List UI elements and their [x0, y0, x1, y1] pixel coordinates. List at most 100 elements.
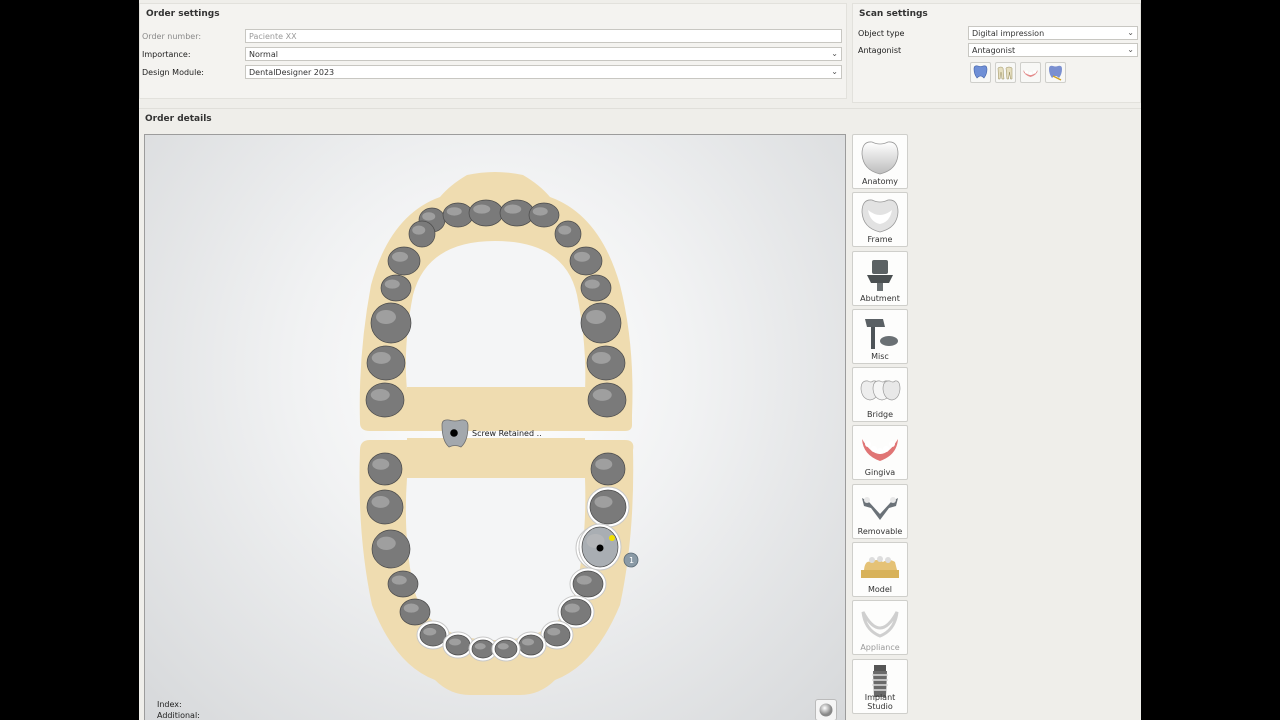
tool-label: Anatomy — [861, 177, 898, 186]
tooth[interactable] — [569, 567, 607, 601]
design-module-value: DentalDesigner 2023 — [249, 67, 335, 77]
tooth[interactable] — [387, 246, 421, 276]
tooth[interactable] — [387, 570, 419, 598]
tool-bridge-button[interactable]: Bridge — [852, 367, 908, 423]
tooth[interactable] — [380, 274, 412, 302]
antagonist-value: Antagonist — [972, 45, 1016, 55]
tooth[interactable] — [580, 302, 622, 344]
antagonist-select[interactable]: Antagonist ⌄ — [968, 43, 1138, 57]
implant-tooth-marker[interactable] — [441, 419, 469, 448]
upper-arch-palate — [405, 241, 586, 390]
tooth[interactable] — [515, 631, 547, 659]
model-icon — [861, 556, 899, 579]
tooth-number-label: 1 — [629, 556, 634, 565]
tool-model-button[interactable]: Model — [852, 542, 908, 598]
tooth[interactable] — [580, 274, 612, 302]
tool-appliance-button[interactable]: Appliance — [852, 600, 908, 656]
chevron-down-icon: ⌄ — [831, 49, 838, 58]
scan-settings-panel: Scan settings Object type Digital impres… — [852, 3, 1141, 103]
gingiva-icon — [862, 439, 898, 462]
tool-removable-button[interactable]: Removable — [852, 483, 908, 539]
tooth[interactable] — [370, 302, 412, 344]
tool-label: Model — [867, 585, 893, 595]
tooth-blue-icon[interactable] — [970, 62, 991, 83]
additional-label: Additional: — [157, 711, 200, 720]
order-number-row: Order number: Paciente XX — [142, 29, 842, 43]
tooth-pair-icon[interactable] — [995, 62, 1016, 83]
tooth[interactable] — [587, 382, 627, 418]
tool-label: Frame — [867, 235, 893, 245]
tool-anatomy-button[interactable]: Anatomy — [852, 134, 908, 189]
tool-label: Misc — [871, 351, 889, 361]
tooth[interactable] — [366, 345, 406, 381]
antagonist-options — [970, 62, 1066, 83]
tooth[interactable] — [554, 220, 582, 248]
app-window: Order settings Order number: Paciente XX… — [139, 0, 1141, 720]
tool-misc-button[interactable]: Misc — [852, 308, 908, 364]
appliance-icon — [861, 611, 899, 638]
antagonist-row: Antagonist Antagonist ⌄ — [858, 43, 1138, 57]
chevron-down-icon: ⌄ — [831, 67, 838, 76]
tool-frame-button[interactable]: Frame — [852, 192, 908, 248]
tooth[interactable] — [365, 382, 405, 418]
tooth[interactable] — [586, 345, 626, 381]
tooth[interactable] — [399, 598, 431, 626]
scan-settings-title: Scan settings — [859, 9, 928, 19]
dental-arch-chart[interactable]: Screw Retained .. 1 — [145, 135, 845, 720]
design-module-row: Design Module: DentalDesigner 2023 ⌄ — [142, 65, 842, 79]
object-type-value: Digital impression — [972, 28, 1045, 38]
order-details-title: Order details — [145, 114, 212, 124]
tooth[interactable] — [590, 452, 626, 486]
view-toggle-button[interactable] — [815, 699, 837, 720]
tool-label: Abutment — [860, 293, 900, 303]
chevron-down-icon: ⌄ — [1127, 28, 1134, 37]
antagonist-label: Antagonist — [858, 45, 902, 55]
tool-abutment-button[interactable]: Abutment — [852, 250, 908, 306]
tool-palette: Anatomy Frame Abutment Misc Bridge Gingiva Rem… — [852, 134, 908, 717]
object-type-select[interactable]: Digital impression ⌄ — [968, 26, 1138, 40]
tool-label: Removable — [857, 526, 903, 536]
order-number-field[interactable]: Paciente XX — [245, 29, 842, 43]
tooth[interactable] — [569, 246, 603, 276]
tooth[interactable] — [366, 489, 404, 525]
order-settings-title: Order settings — [146, 9, 220, 19]
design-module-select[interactable]: DentalDesigner 2023 ⌄ — [245, 65, 842, 79]
tooth[interactable] — [367, 452, 403, 486]
status-lines: Index: Additional: — [157, 699, 200, 720]
tool-label: Gingiva — [864, 468, 896, 478]
tooth[interactable] — [468, 199, 504, 227]
tooth-scan-icon[interactable] — [1045, 62, 1066, 83]
gingiva-icon[interactable] — [1020, 62, 1041, 83]
bridge-icon — [860, 380, 901, 401]
tooth[interactable] — [442, 202, 474, 228]
occlusion-bar-upper — [407, 387, 585, 415]
sphere-view-icon — [819, 703, 833, 717]
importance-select[interactable]: Normal ⌄ — [245, 47, 842, 61]
design-module-label: Design Module: — [142, 67, 204, 77]
object-type-row: Object type Digital impression ⌄ — [858, 26, 1138, 40]
index-label: Index: — [157, 700, 182, 709]
misc-post-icon — [865, 318, 898, 349]
importance-label: Importance: — [142, 49, 191, 59]
tooth[interactable] — [408, 220, 436, 248]
jaw-view-canvas[interactable]: Screw Retained .. 1 Index: Additional: — [144, 134, 846, 720]
tooth-number-badge[interactable]: 1 — [623, 552, 639, 568]
tooth[interactable] — [528, 202, 560, 228]
tool-gingiva-button[interactable]: Gingiva — [852, 425, 908, 481]
tool-implant-studio-button[interactable]: Implant Studio — [852, 658, 908, 714]
tooth[interactable] — [371, 529, 411, 569]
order-number-value: Paciente XX — [249, 31, 297, 41]
tool-label: Appliance — [860, 643, 900, 653]
importance-row: Importance: Normal ⌄ — [142, 47, 842, 61]
object-type-label: Object type — [858, 28, 905, 38]
tooth[interactable] — [491, 636, 521, 662]
tool-label: Bridge — [866, 410, 894, 420]
tooth[interactable] — [442, 631, 474, 659]
anatomy-crown-icon — [861, 141, 899, 175]
chevron-down-icon: ⌄ — [1127, 45, 1134, 54]
abutment-icon — [867, 259, 893, 291]
order-settings-panel: Order settings Order number: Paciente XX… — [139, 3, 847, 99]
order-details-header: Order details — [139, 108, 1141, 128]
tooth[interactable] — [586, 486, 630, 528]
frame-crown-icon — [861, 199, 899, 233]
